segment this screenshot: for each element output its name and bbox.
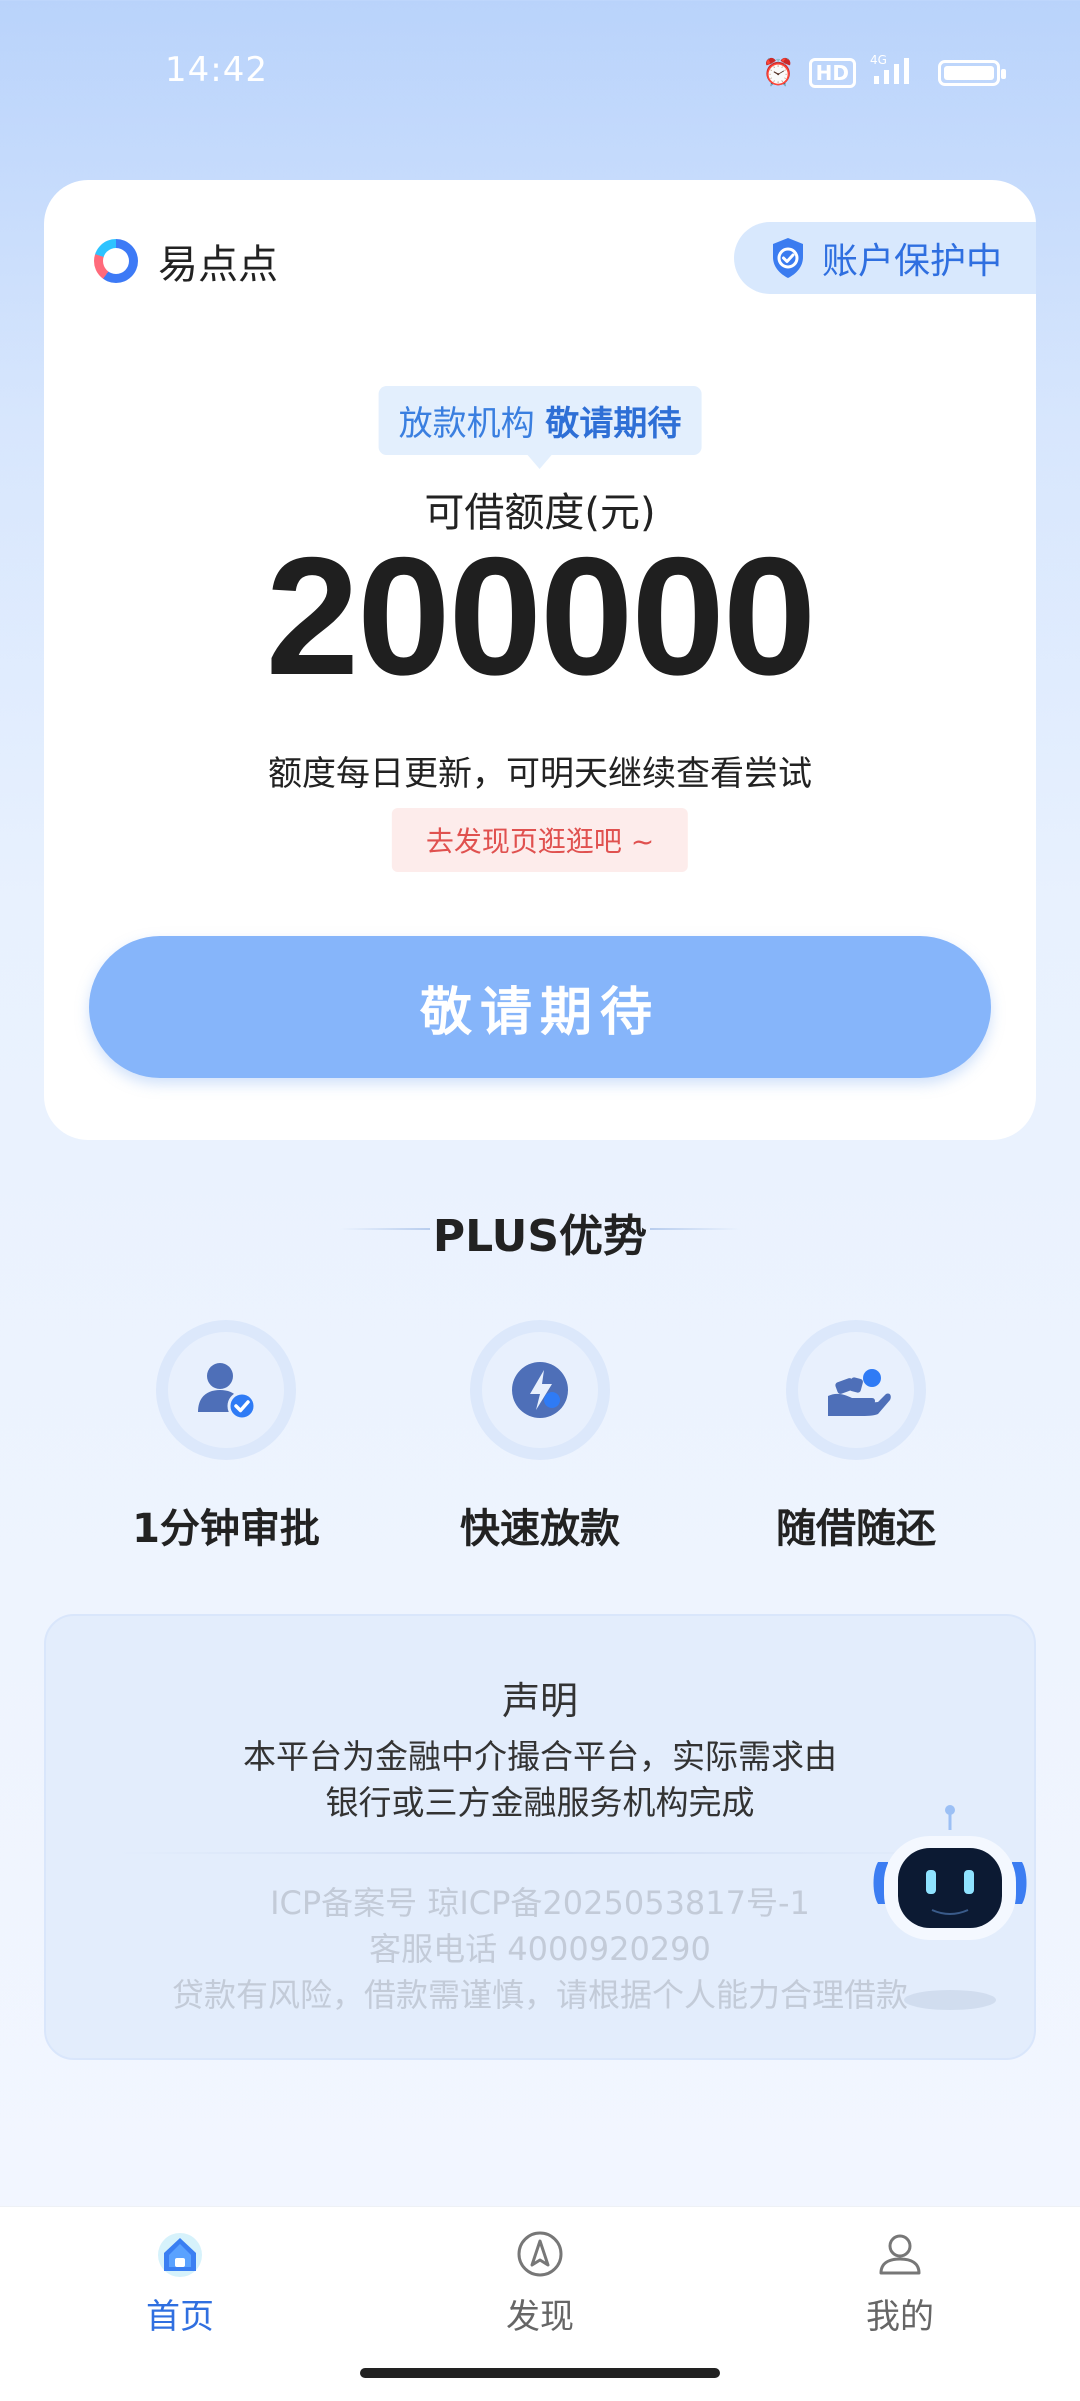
profile-icon [879, 2234, 921, 2275]
lender-tag: 放款机构 敬请期待 [378, 386, 702, 469]
feature-fast-payout: 快速放款 [410, 1320, 670, 1554]
statement-divider [116, 1852, 964, 1854]
lender-tag-prefix: 放款机构 [398, 404, 535, 444]
status-icons: ⏰ HD 4G [762, 52, 1006, 93]
status-bar: 14:42 ⏰ HD 4G [0, 0, 1080, 140]
compass-icon [517, 2231, 563, 2277]
feature-label: 随借随还 [776, 1506, 936, 1552]
brand: 易点点 [94, 232, 278, 290]
alarm-icon: ⏰ [762, 57, 795, 88]
feature-icon-bg [470, 1320, 610, 1460]
signal-icon: 4G [870, 52, 924, 93]
divider-right [650, 1228, 740, 1230]
feature-icon-bg [156, 1320, 296, 1460]
limit-amount: 200000 [265, 522, 817, 710]
feature-label: 快速放款 [460, 1506, 620, 1552]
lender-tag-status: 敬请期待 [545, 404, 682, 444]
limit-hint: 额度每日更新，可明天继续查看尝试 [268, 754, 812, 794]
tab-label: 首页 [146, 2297, 214, 2337]
feature-approval: 1分钟审批 [96, 1320, 356, 1554]
account-protection-badge[interactable]: 账户保护中 [733, 222, 1036, 294]
feature-icon-circle [482, 1332, 598, 1448]
tab-home[interactable]: 首页 [80, 2229, 280, 2338]
assistant-robot-button[interactable] [870, 1800, 1030, 2020]
tab-label: 发现 [506, 2297, 574, 2337]
tab-label: 我的 [866, 2297, 934, 2337]
tab-discover[interactable]: 发现 [440, 2229, 640, 2338]
brand-name: 易点点 [158, 242, 278, 288]
battery-icon [938, 59, 1006, 86]
lightning-icon [512, 1362, 568, 1418]
status-time: 14:42 [165, 50, 268, 90]
feature-icon-circle [798, 1332, 914, 1448]
user-check-icon [198, 1363, 257, 1421]
discover-hint-link[interactable]: 去发现页逛逛吧 ~ [391, 808, 689, 872]
feature-flexible-repay: 随借随还 [726, 1320, 986, 1554]
home-indicator[interactable] [360, 2368, 720, 2378]
robot-icon [873, 1805, 1027, 2010]
feature-icon-bg [786, 1320, 926, 1460]
protection-label: 账户保护中 [821, 241, 1002, 282]
tab-profile[interactable]: 我的 [800, 2229, 1000, 2338]
svg-text:4G: 4G [870, 53, 887, 67]
loan-card: 易点点 账户保护中 放款机构 敬请期待 可借额度(元) 200000 额度每日更… [44, 180, 1036, 1140]
plus-title: PLUS优势 [432, 1211, 648, 1262]
shield-icon [772, 238, 803, 278]
hd-indicator: HD [808, 57, 856, 88]
apply-button[interactable]: 敬请期待 [89, 936, 991, 1078]
statement-line-1: 本平台为金融中介撮合平台，实际需求由 [243, 1737, 837, 1776]
statement-title: 声明 [501, 1679, 578, 1723]
hand-coin-icon [828, 1369, 891, 1416]
feature-label: 1分钟审批 [132, 1506, 320, 1552]
brand-logo [94, 239, 138, 283]
home-icon [158, 2233, 202, 2277]
feature-icon-circle [168, 1332, 284, 1448]
